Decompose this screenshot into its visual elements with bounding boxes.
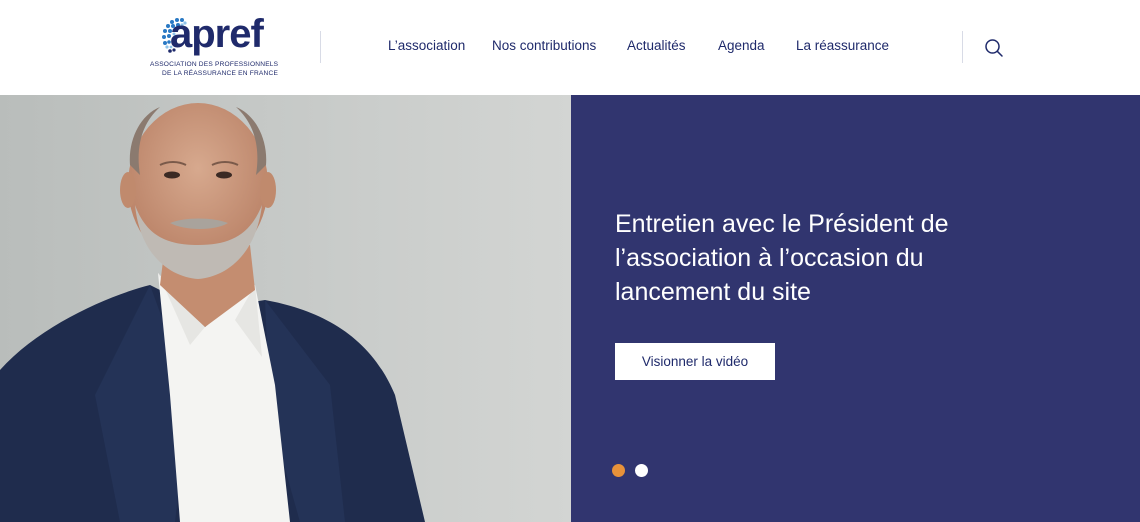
slide-dot-2[interactable] xyxy=(635,464,648,477)
site-header: apref Association des professionnels de … xyxy=(0,0,1140,95)
logo-wordmark: apref xyxy=(170,12,264,56)
portrait-illustration xyxy=(0,95,571,522)
president-photo xyxy=(0,95,571,522)
search-icon xyxy=(985,39,1003,57)
nav-item-actualites[interactable]: Actualités xyxy=(627,38,686,53)
nav-item-association[interactable]: L’association xyxy=(388,38,465,53)
hero-title: Entretien avec le Président de l’associa… xyxy=(615,210,949,306)
logo-tagline-line1: Association des professionnels xyxy=(150,61,279,68)
watch-video-button[interactable]: Visionner la vidéo xyxy=(615,343,775,380)
hero-slider: Entretien avec le Président de l’associa… xyxy=(0,95,1140,522)
nav-item-agenda[interactable]: Agenda xyxy=(718,38,765,53)
hero-panel: Entretien avec le Président de l’associa… xyxy=(571,95,1140,522)
logo-tagline-line2: de la réassurance en France xyxy=(162,70,279,77)
slide-dot-1-active[interactable] xyxy=(612,464,625,477)
nav-item-reassurance[interactable]: La réassurance xyxy=(796,38,889,53)
search-button[interactable] xyxy=(984,38,1004,58)
nav-item-contributions[interactable]: Nos contributions xyxy=(492,38,596,53)
apref-logo[interactable]: apref Association des professionnels de … xyxy=(150,12,279,82)
header-divider-right xyxy=(962,31,963,63)
header-divider-left xyxy=(320,31,321,63)
